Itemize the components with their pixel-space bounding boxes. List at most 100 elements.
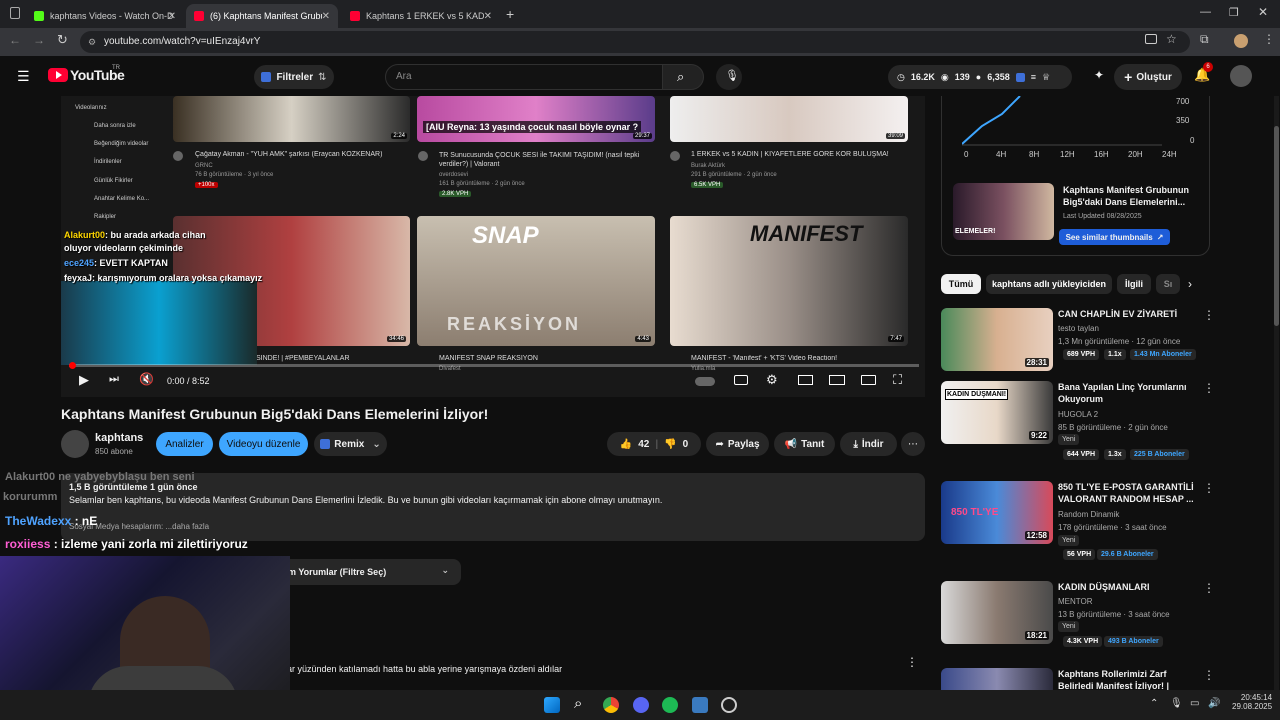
chip-from-uploader[interactable]: kaphtans adlı yükleyiciden xyxy=(986,274,1112,294)
tab-search-icon[interactable] xyxy=(10,7,20,19)
play-icon[interactable]: ▶ xyxy=(79,372,89,388)
sidebar-thumbnail[interactable]: KADIN DÜŞMANI! 9:22 xyxy=(941,381,1053,444)
filters-button[interactable]: Filtreler ⇅ xyxy=(254,65,334,89)
sidebar-thumbnail[interactable]: 28:31 xyxy=(941,308,1053,371)
chevron-up-icon[interactable]: ⌃ xyxy=(1150,698,1158,709)
restore-icon[interactable]: ❐ xyxy=(1229,6,1239,19)
obs-icon[interactable] xyxy=(721,697,737,713)
youtube-logo-icon[interactable] xyxy=(48,68,68,82)
address-bar[interactable]: ⚙ youtube.com/watch?v=uIEnzaj4vrY xyxy=(80,31,1190,53)
reload-icon[interactable]: ↻ xyxy=(57,32,68,48)
create-button[interactable]: + Oluştur xyxy=(1114,64,1182,90)
browser-menu-icon[interactable]: ⋮ xyxy=(1263,32,1275,46)
sidebar-video-item[interactable]: Kaphtans Rollerimizi Zarf Belirledi Mani… xyxy=(941,668,1221,690)
video-menu-icon[interactable]: ⋮ xyxy=(1203,668,1215,682)
network-icon[interactable]: ▭ xyxy=(1190,698,1199,709)
tab-youtube-2[interactable]: Kaphtans 1 ERKEK vs 5 KADIN | ✕ xyxy=(342,4,500,28)
like-count[interactable]: 42 xyxy=(638,439,649,450)
scrollbar-thumb[interactable] xyxy=(1274,126,1279,326)
dislike-icon[interactable]: 👎 xyxy=(664,439,676,450)
fullscreen-icon[interactable]: ⛶ xyxy=(893,372,902,388)
sidebar-video-title[interactable]: Kaphtans Rollerimizi Zarf Belirledi Mani… xyxy=(1058,668,1198,690)
discord-icon[interactable] xyxy=(633,697,649,713)
description-box[interactable]: 1,5 B görüntüleme 1 gün önce Selamlar be… xyxy=(61,473,925,541)
next-icon[interactable]: ⏭ xyxy=(109,373,119,386)
close-icon[interactable]: ✕ xyxy=(484,11,492,22)
subtitles-icon[interactable] xyxy=(734,375,748,385)
cast-icon[interactable] xyxy=(1145,34,1157,44)
channel-avatar[interactable] xyxy=(61,430,89,458)
sidebar-video-item[interactable]: 850 TL'YE 12:58 850 TL'YE E-POSTA GARANT… xyxy=(941,481,1221,560)
comment-menu-icon[interactable]: ⋮ xyxy=(906,655,918,669)
sidebar-channel-name[interactable]: HUGOLA 2 xyxy=(1058,410,1098,419)
volume-icon[interactable]: 🔊 xyxy=(1208,698,1220,709)
video-menu-icon[interactable]: ⋮ xyxy=(1203,481,1215,495)
sidebar-thumbnail[interactable]: 850 TL'YE 12:58 xyxy=(941,481,1053,544)
sidebar-video-item[interactable]: KADIN DÜŞMANI! 9:22 Bana Yapılan Linç Yo… xyxy=(941,381,1221,460)
close-icon[interactable]: ✕ xyxy=(322,11,330,22)
sidebar-channel-name[interactable]: MENTOR xyxy=(1058,597,1093,606)
sidebar-video-title[interactable]: 850 TL'YE E-POSTA GARANTİLİ VALORANT RAN… xyxy=(1058,481,1198,505)
cast-icon[interactable] xyxy=(861,375,876,385)
bookmark-star-icon[interactable]: ☆ xyxy=(1166,32,1177,46)
channel-name[interactable]: kaphtans xyxy=(95,432,143,444)
chrome-icon[interactable] xyxy=(603,697,619,713)
progress-scrubber[interactable] xyxy=(69,362,76,369)
mute-icon[interactable]: 🔇 xyxy=(139,372,154,386)
like-icon[interactable]: 👍 xyxy=(620,439,632,450)
chip-related[interactable]: İlgili xyxy=(1117,274,1151,294)
theater-mode-icon[interactable] xyxy=(829,375,845,385)
search-button[interactable]: ⌕ xyxy=(662,64,704,90)
chevron-right-icon[interactable]: › xyxy=(1188,277,1192,291)
chip-all[interactable]: Tümü xyxy=(941,274,981,294)
profile-avatar[interactable] xyxy=(1234,34,1248,48)
hamburger-menu-icon[interactable]: ☰ xyxy=(17,68,30,85)
extension-puzzle-icon[interactable]: ✦ xyxy=(1094,68,1104,82)
video-menu-icon[interactable]: ⋮ xyxy=(1203,581,1215,595)
promote-button[interactable]: 📢 Tanıt xyxy=(774,432,835,456)
video-menu-icon[interactable]: ⋮ xyxy=(1203,308,1215,322)
tab-kick[interactable]: kaphtans Videos - Watch On-D ✕ xyxy=(26,4,184,28)
app-icon[interactable] xyxy=(692,697,708,713)
autoplay-toggle[interactable] xyxy=(695,377,715,386)
sidebar-video-title[interactable]: CAN CHAPLİN EV ZİYARETİ xyxy=(1058,308,1198,320)
remix-button[interactable]: Remix ⌄ xyxy=(314,432,387,456)
sidebar-channel-name[interactable]: Random Dinamik xyxy=(1058,510,1119,519)
see-similar-thumbnails-button[interactable]: See similar thumbnails ↗ xyxy=(1059,229,1170,245)
forward-icon[interactable]: → xyxy=(33,33,45,47)
video-player[interactable]: Videolarınız Daha sonra izle Beğendiğim … xyxy=(61,96,925,397)
chip-more[interactable]: Sı xyxy=(1156,274,1180,294)
share-button[interactable]: ➦ Paylaş xyxy=(706,432,769,456)
sidebar-channel-name[interactable]: testo taylan xyxy=(1058,324,1099,333)
clock[interactable]: 20:45:14 29.08.2025 xyxy=(1232,693,1272,711)
download-button[interactable]: ⤓ İndir xyxy=(840,432,897,456)
video-menu-icon[interactable]: ⋮ xyxy=(1203,381,1215,395)
dislike-count[interactable]: 0 xyxy=(683,439,689,450)
sidebar-thumbnail[interactable]: 18:21 xyxy=(941,581,1053,644)
tab-youtube-active[interactable]: (6) Kaphtans Manifest Grubunu ✕ xyxy=(186,4,338,28)
sidebar-video-item[interactable]: 28:31 CAN CHAPLİN EV ZİYARETİ testo tayl… xyxy=(941,308,1221,372)
back-icon[interactable]: ← xyxy=(9,33,21,47)
windows-start-icon[interactable] xyxy=(544,697,560,713)
close-icon[interactable]: ✕ xyxy=(168,11,176,22)
comments-sort-dropdown[interactable]: Tüm Yorumlar (Filtre Seç) ⌄ xyxy=(261,559,461,585)
more-actions-button[interactable]: ⋯ xyxy=(901,432,925,456)
minimize-icon[interactable]: — xyxy=(1200,6,1211,18)
site-info-icon[interactable]: ⚙ xyxy=(88,31,96,53)
progress-bar[interactable] xyxy=(69,362,919,369)
edit-video-button[interactable]: Videoyu düzenle xyxy=(219,432,308,456)
sidebar-video-title[interactable]: KADIN DÜŞMANLARI xyxy=(1058,581,1198,593)
close-window-icon[interactable]: ✕ xyxy=(1258,5,1268,19)
sidebar-video-title[interactable]: Bana Yapılan Linç Yorumlarını Okuyorum xyxy=(1058,381,1198,405)
microphone-icon[interactable]: 🎙 xyxy=(1170,698,1183,709)
voice-search-button[interactable]: 🎙 xyxy=(716,64,742,90)
scrollbar-track[interactable] xyxy=(1274,96,1279,690)
spotify-icon[interactable] xyxy=(662,697,678,713)
account-avatar[interactable] xyxy=(1230,65,1252,87)
analytics-button[interactable]: Analizler xyxy=(156,432,213,456)
sidebar-thumbnail[interactable] xyxy=(941,668,1053,690)
search-input[interactable]: Ara xyxy=(385,64,663,90)
new-tab-icon[interactable]: + xyxy=(506,6,514,22)
settings-gear-icon[interactable]: ⚙ xyxy=(766,372,778,388)
sidebar-video-item[interactable]: 18:21 KADIN DÜŞMANLARI MENTOR 13 B görün… xyxy=(941,581,1221,647)
